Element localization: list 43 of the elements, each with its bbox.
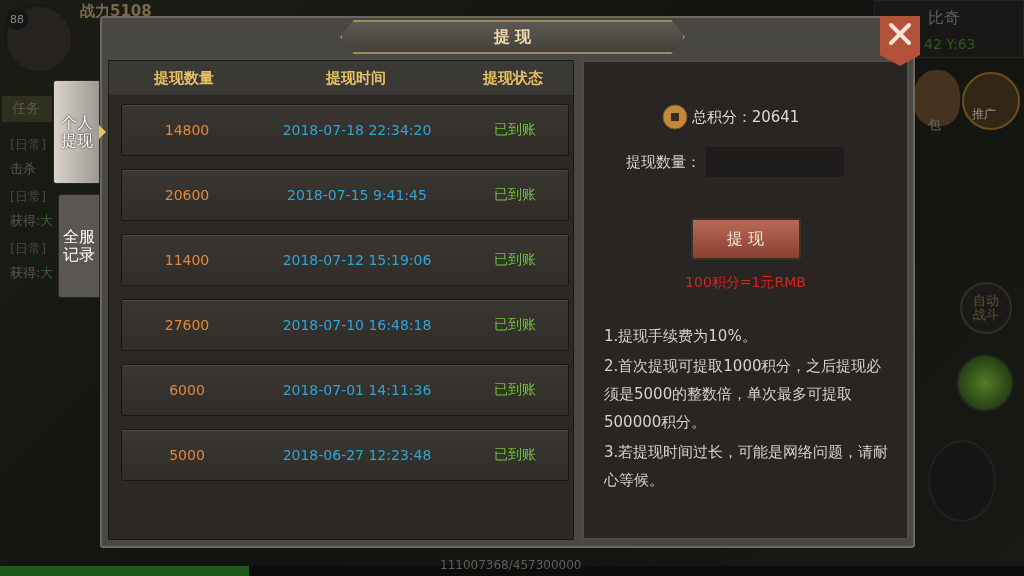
rule-note: 2.首次提现可提取1000积分，之后提现必须是5000的整数倍，单次最多可提取500000积分。 <box>604 356 883 433</box>
status-cell: 已到账 <box>494 381 536 399</box>
amount-cell: 27600 <box>164 317 210 333</box>
exchange-rate: 100积分=1元RMB <box>685 274 806 292</box>
auto-battle-button[interactable]: 自动战斗 <box>960 282 1012 334</box>
rule-note: 3.若提现时间过长，可能是网络问题，请耐心等候。 <box>604 442 890 491</box>
promo-label: 推广 <box>972 106 996 123</box>
map-coordinates: 42 Y:63 <box>924 36 976 52</box>
time-cell: 2018-07-12 15:19:06 <box>282 252 432 268</box>
time-cell: 2018-06-27 12:23:48 <box>282 447 432 463</box>
amount-label: 提现数量： <box>626 152 701 172</box>
experience-text: 111007368/457300000 <box>440 558 582 572</box>
quest-text: 获得:大 <box>10 212 55 230</box>
amount-cell: 20600 <box>164 187 210 203</box>
status-cell: 已到账 <box>494 446 536 464</box>
column-header: 提现状态 <box>483 68 543 88</box>
dialog-title: 提 现 <box>340 20 685 54</box>
amount-cell: 11400 <box>164 252 210 268</box>
coin-icon <box>661 104 688 130</box>
time-cell: 2018-07-15 9:41:45 <box>287 187 427 203</box>
time-cell: 2018-07-01 14:11:36 <box>282 382 432 398</box>
status-cell: 已到账 <box>494 251 536 269</box>
withdraw-button[interactable]: 提 现 <box>690 218 801 260</box>
time-cell: 2018-07-18 22:34:20 <box>282 122 432 138</box>
map-name: 比奇 <box>928 8 960 29</box>
time-cell: 2018-07-10 16:48:18 <box>282 317 432 333</box>
status-cell: 已到账 <box>494 186 536 204</box>
level-badge: 88 <box>6 8 28 30</box>
amount-cell: 5000 <box>169 447 205 463</box>
close-icon <box>888 22 912 46</box>
status-cell: 已到账 <box>494 316 536 334</box>
amount-cell: 14800 <box>164 122 210 138</box>
status-cell: 已到账 <box>494 121 536 139</box>
close-button[interactable] <box>880 16 920 66</box>
bag-label: 包 <box>928 116 941 134</box>
total-points: 总积分：20641 <box>691 107 800 127</box>
side-tab[interactable]: 全服记录 <box>58 194 100 298</box>
quest-text: 获得:大 <box>10 264 55 282</box>
amount-cell: 6000 <box>169 382 205 398</box>
column-header: 提现数量 <box>154 68 214 88</box>
pointer-icon <box>99 125 106 139</box>
column-header: 提现时间 <box>326 68 386 88</box>
rule-note: 1.提现手续费为10%。 <box>604 326 758 347</box>
